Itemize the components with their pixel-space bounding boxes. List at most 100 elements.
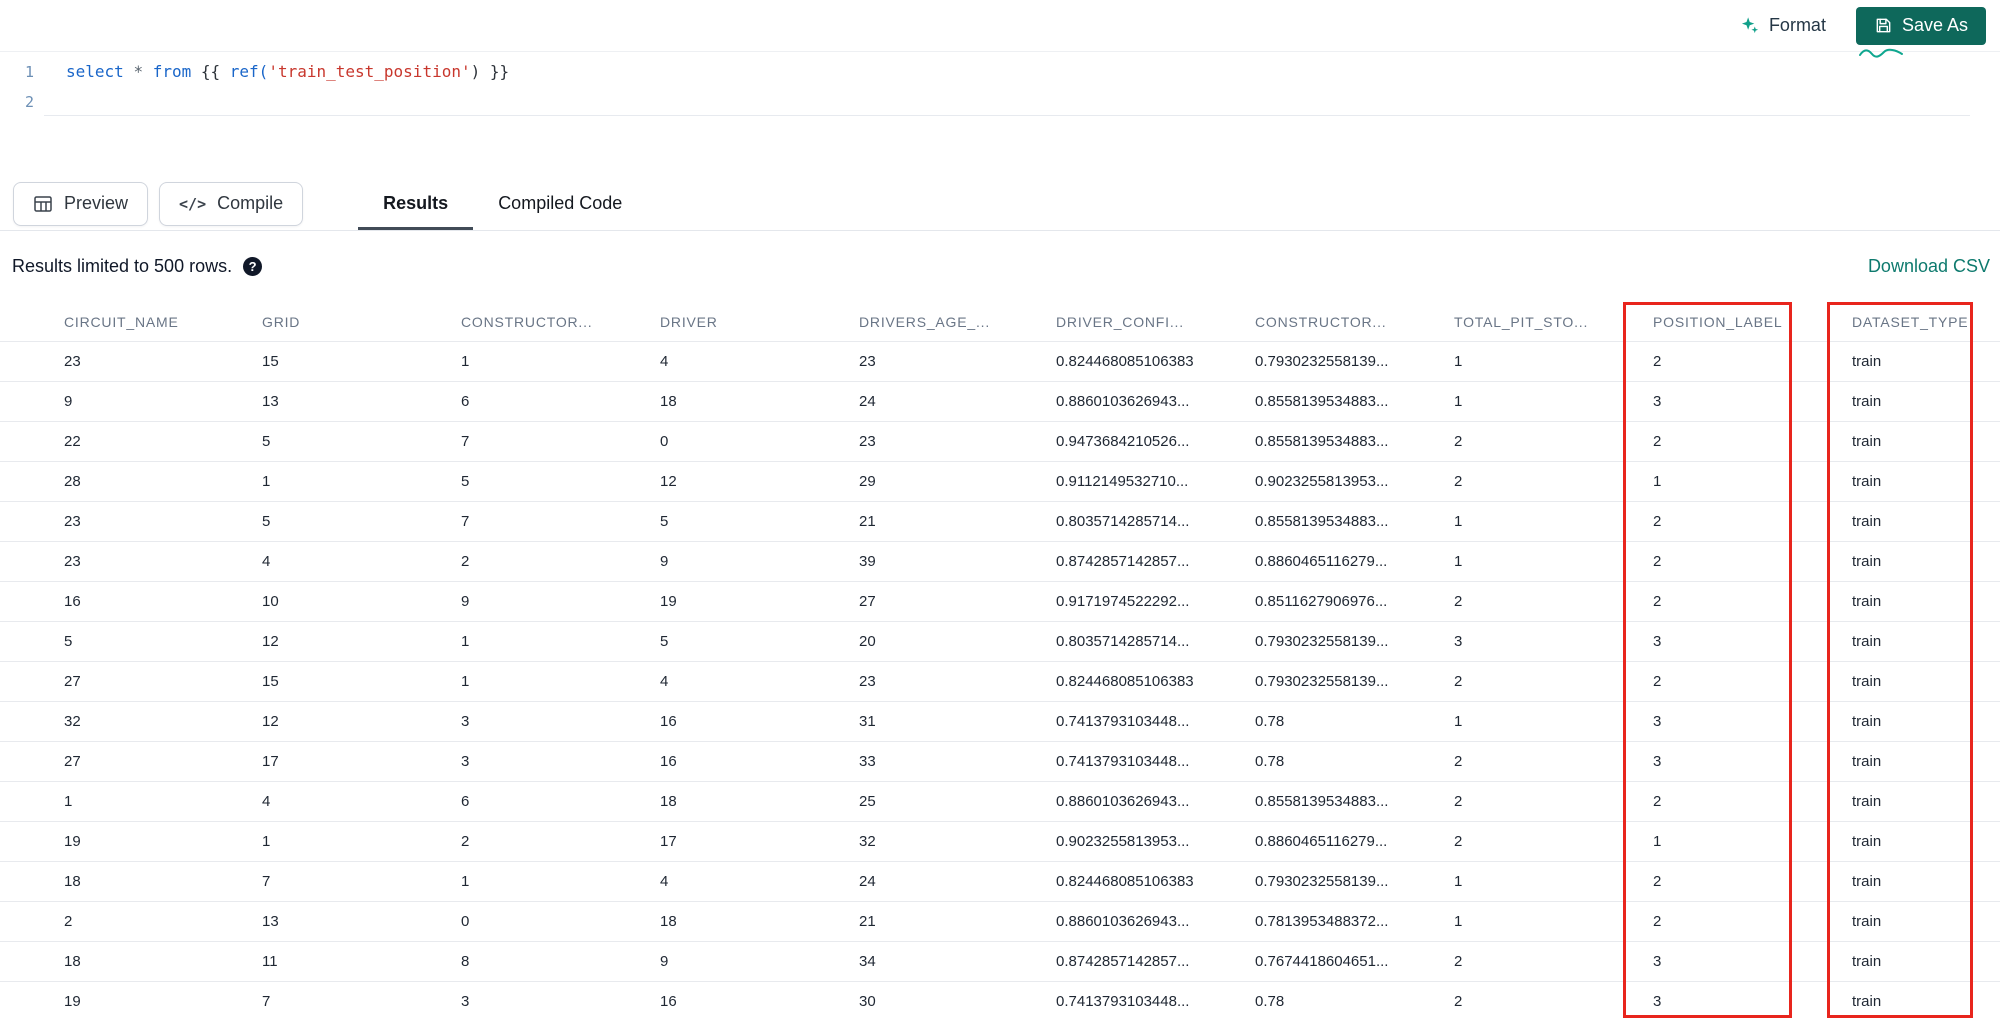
column-header-constructor: CONSTRUCTOR... bbox=[461, 314, 593, 330]
table-cell: 2 bbox=[1454, 793, 1463, 810]
results-table: CIRCUIT_NAME GRID CONSTRUCTOR... DRIVER DRIV… bbox=[0, 302, 2000, 1020]
table-cell: 3 bbox=[461, 713, 470, 730]
table-cell: 0.7413793103448... bbox=[1056, 753, 1190, 770]
table-cell: 23 bbox=[64, 353, 81, 370]
table-cell: 12 bbox=[262, 713, 279, 730]
help-icon[interactable]: ? bbox=[243, 257, 263, 276]
table-cell: 2 bbox=[64, 913, 73, 930]
code-line-2[interactable]: 2 bbox=[0, 87, 2000, 117]
table-cell: 0.8558139534883... bbox=[1255, 793, 1389, 810]
table-cell: 0.7930232558139... bbox=[1255, 673, 1389, 690]
table-cell: 5 bbox=[660, 633, 669, 650]
format-button[interactable]: Format bbox=[1741, 15, 1826, 36]
table-cell: 2 bbox=[1454, 593, 1463, 610]
table-cell: 9 bbox=[660, 953, 669, 970]
table-cell: 8 bbox=[461, 953, 470, 970]
tab-compiled-code[interactable]: Compiled Code bbox=[473, 177, 647, 230]
code-token: 'train_test_position' bbox=[268, 62, 471, 81]
column-header-position-label: POSITION_LABEL bbox=[1653, 314, 1783, 330]
table-cell: 0 bbox=[461, 913, 470, 930]
table-cell: 3 bbox=[1653, 713, 1662, 730]
table-cell: 2 bbox=[1653, 793, 1662, 810]
save-as-label: Save As bbox=[1901, 15, 1968, 35]
table-cell: 0 bbox=[660, 433, 669, 450]
table-cell: 1 bbox=[1454, 713, 1463, 730]
teal-scribble bbox=[1859, 48, 1903, 58]
preview-button[interactable]: Preview bbox=[13, 181, 149, 226]
code-token: from bbox=[152, 62, 192, 81]
table-cell: 16 bbox=[64, 593, 81, 610]
table-cell: 21 bbox=[859, 513, 876, 530]
table-cell: train bbox=[1852, 953, 1882, 970]
table-cell: 1 bbox=[1454, 353, 1463, 370]
table-cell: 12 bbox=[660, 473, 677, 490]
table-cell: 3 bbox=[1653, 753, 1662, 770]
download-csv-link[interactable]: Download CSV bbox=[1868, 256, 1990, 277]
table-cell: 7 bbox=[262, 993, 271, 1010]
table-cell: 23 bbox=[859, 673, 876, 690]
table-cell: 0.8511627906976... bbox=[1255, 593, 1388, 610]
table-cell: 2 bbox=[1454, 673, 1463, 690]
table-cell: 1 bbox=[461, 633, 470, 650]
table-cell: 30 bbox=[859, 993, 876, 1010]
table-cell: 18 bbox=[660, 793, 677, 810]
table-cell: 15 bbox=[262, 673, 279, 690]
table-cell: 0.8558139534883... bbox=[1255, 433, 1389, 450]
table-cell: 2 bbox=[1653, 673, 1662, 690]
table-cell: 0.8860103626943... bbox=[1056, 793, 1190, 810]
table-cell: 4 bbox=[660, 353, 669, 370]
table-cell: 2 bbox=[1454, 993, 1463, 1010]
table-cell: 29 bbox=[859, 473, 876, 490]
table-cell: 1 bbox=[461, 673, 470, 690]
table-cell: train bbox=[1852, 473, 1882, 490]
table-cell: 1 bbox=[1454, 553, 1463, 570]
table-body: 23 15 1 4 23 0.824468085106383 0.7930232558139… bbox=[0, 342, 2000, 1020]
tab-results[interactable]: Results bbox=[358, 177, 473, 230]
table-cell: 2 bbox=[1454, 833, 1463, 850]
table-cell: 0.9112149532710... bbox=[1056, 473, 1189, 490]
table-cell: train bbox=[1852, 673, 1882, 690]
table-cell: train bbox=[1852, 833, 1882, 850]
table-row: 27 15 1 4 23 0.824468085106383 0.7930232558139… bbox=[0, 662, 2000, 702]
table-cell: 2 bbox=[1454, 433, 1463, 450]
table-cell: 17 bbox=[660, 833, 677, 850]
table-cell: 21 bbox=[859, 913, 876, 930]
table-cell: train bbox=[1852, 913, 1882, 930]
table-cell: 24 bbox=[859, 393, 876, 410]
table-cell: 3 bbox=[461, 993, 470, 1010]
table-row: 32 12 3 16 31 0.7413793103448... 0.78 1 3 train bbox=[0, 702, 2000, 742]
actions-row: Preview </> Compile Results Compiled Cod… bbox=[0, 177, 2000, 231]
table-cell: 12 bbox=[262, 633, 279, 650]
table-cell: 5 bbox=[64, 633, 73, 650]
table-cell: 7 bbox=[461, 433, 470, 450]
table-cell: 7 bbox=[262, 873, 271, 890]
table-cell: 2 bbox=[1653, 433, 1662, 450]
table-row: 23 15 1 4 23 0.824468085106383 0.7930232558139… bbox=[0, 342, 2000, 382]
table-row: 19 7 3 16 30 0.7413793103448... 0.78 2 3 train bbox=[0, 982, 2000, 1020]
results-limit-group: Results limited to 500 rows. ? bbox=[12, 256, 263, 277]
table-cell: 1 bbox=[262, 473, 271, 490]
table-cell: 20 bbox=[859, 633, 876, 650]
table-cell: train bbox=[1852, 433, 1882, 450]
table-cell: 0.7930232558139... bbox=[1255, 633, 1389, 650]
table-cell: 3 bbox=[1653, 953, 1662, 970]
table-cell: 2 bbox=[1454, 753, 1463, 770]
code-line-1[interactable]: 1 select * from {{ ref('train_test_posit… bbox=[0, 57, 2000, 87]
table-cell: 0.7674418604651... bbox=[1255, 953, 1389, 970]
table-cell: 22 bbox=[64, 433, 81, 450]
table-cell: 33 bbox=[859, 753, 876, 770]
table-cell: 28 bbox=[64, 473, 81, 490]
compile-button[interactable]: </> Compile bbox=[159, 181, 304, 226]
format-label: Format bbox=[1768, 15, 1826, 35]
table-cell: 0.8035714285714... bbox=[1056, 513, 1190, 530]
table-cell: 0.8558139534883... bbox=[1255, 513, 1389, 530]
table-cell: 10 bbox=[262, 593, 279, 610]
table-cell: 2 bbox=[461, 833, 470, 850]
code-editor[interactable]: 1 select * from {{ ref('train_test_posit… bbox=[0, 52, 2000, 117]
save-as-button[interactable]: Save As bbox=[1855, 6, 1986, 45]
column-header-drivers-age: DRIVERS_AGE_... bbox=[859, 314, 991, 330]
table-cell: 2 bbox=[1653, 593, 1662, 610]
table-row: 23 4 2 9 39 0.8742857142857... 0.8860465116279… bbox=[0, 542, 2000, 582]
table-cell: 2 bbox=[1653, 353, 1662, 370]
table-cell: 5 bbox=[262, 513, 271, 530]
